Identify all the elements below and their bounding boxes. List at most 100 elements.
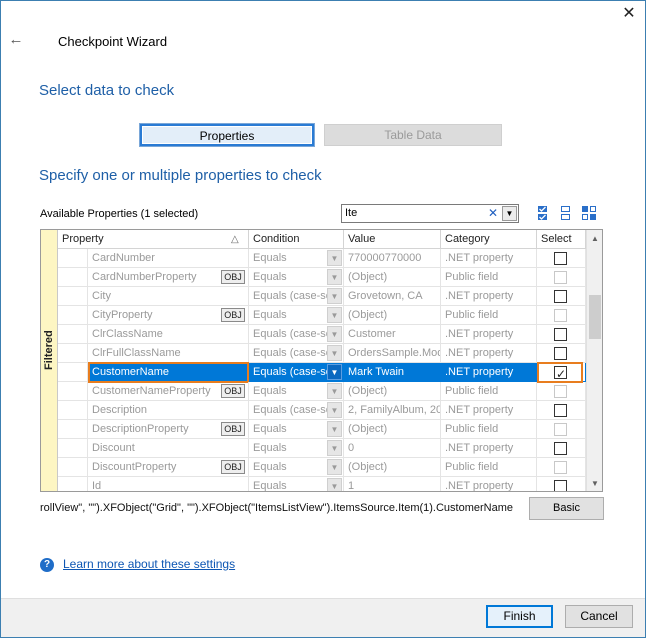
value-cell[interactable]: (Object) <box>344 458 441 477</box>
condition-dropdown-icon[interactable]: ▼ <box>327 250 342 266</box>
condition-dropdown-icon[interactable]: ▼ <box>327 269 342 285</box>
basic-button[interactable]: Basic <box>529 497 604 520</box>
obj-button[interactable]: OBJ <box>221 384 245 398</box>
property-cell[interactable]: CardNumberProperty OBJ <box>88 268 249 287</box>
obj-button[interactable]: OBJ <box>221 270 245 284</box>
invert-selection-icon[interactable] <box>581 205 597 221</box>
column-header-category[interactable]: Category <box>441 230 537 249</box>
select-checkbox[interactable] <box>554 480 567 491</box>
value-cell[interactable]: Grovetown, CA <box>344 287 441 306</box>
condition-cell[interactable]: Equals (case-se ▼ <box>249 401 344 420</box>
select-checkbox[interactable] <box>554 290 567 303</box>
condition-dropdown-icon[interactable]: ▼ <box>327 364 342 380</box>
condition-cell[interactable]: Equals (case-se ▼ <box>249 344 344 363</box>
condition-dropdown-icon[interactable]: ▼ <box>327 383 342 399</box>
condition-cell[interactable]: Equals ▼ <box>249 458 344 477</box>
value-cell[interactable]: 0 <box>344 439 441 458</box>
close-icon[interactable]: ✕ <box>618 4 640 24</box>
table-row[interactable]: DiscountProperty OBJ Equals ▼ (Object) Public… <box>58 458 586 477</box>
column-header-select[interactable]: Select <box>537 230 586 249</box>
value-cell[interactable]: (Object) <box>344 306 441 325</box>
value-cell[interactable]: (Object) <box>344 382 441 401</box>
property-cell[interactable]: DescriptionProperty OBJ <box>88 420 249 439</box>
condition-dropdown-icon[interactable]: ▼ <box>327 459 342 475</box>
value-cell[interactable]: OrdersSample.Mod <box>344 344 441 363</box>
value-cell[interactable]: (Object) <box>344 420 441 439</box>
column-header-value[interactable]: Value <box>344 230 441 249</box>
property-cell[interactable]: Id <box>88 477 249 491</box>
scrollbar-thumb[interactable] <box>589 295 601 339</box>
property-cell[interactable]: CityProperty OBJ <box>88 306 249 325</box>
table-row[interactable]: CardNumber Equals ▼ 770000770000 .NET proper… <box>58 249 586 268</box>
table-row[interactable]: Id Equals ▼ 1 .NET property <box>58 477 586 491</box>
condition-cell[interactable]: Equals ▼ <box>249 382 344 401</box>
table-row[interactable]: Discount Equals ▼ 0 .NET property <box>58 439 586 458</box>
condition-cell[interactable]: Equals ▼ <box>249 477 344 491</box>
table-row[interactable]: DescriptionProperty OBJ Equals ▼ (Object) Pub… <box>58 420 586 439</box>
condition-dropdown-icon[interactable]: ▼ <box>327 288 342 304</box>
value-cell[interactable]: 1 <box>344 477 441 491</box>
column-header-property[interactable]: Property △ <box>58 230 249 249</box>
value-cell[interactable]: Customer <box>344 325 441 344</box>
obj-button[interactable]: OBJ <box>221 308 245 322</box>
condition-dropdown-icon[interactable]: ▼ <box>327 478 342 491</box>
scroll-up-icon[interactable]: ▲ <box>587 231 602 247</box>
condition-dropdown-icon[interactable]: ▼ <box>327 402 342 418</box>
obj-button[interactable]: OBJ <box>221 422 245 436</box>
value-cell[interactable]: Mark Twain <box>344 363 441 382</box>
finish-button[interactable]: Finish <box>486 605 553 628</box>
select-checkbox[interactable] <box>554 328 567 341</box>
condition-cell[interactable]: Equals ▼ <box>249 268 344 287</box>
table-row[interactable]: CustomerNameProperty OBJ Equals ▼ (Object) Pu… <box>58 382 586 401</box>
column-header-condition[interactable]: Condition <box>249 230 344 249</box>
property-cell[interactable]: CustomerNameProperty OBJ <box>88 382 249 401</box>
table-row[interactable]: Description Equals (case-se ▼ 2, FamilyAlbu… <box>58 401 586 420</box>
value-cell[interactable]: 770000770000 <box>344 249 441 268</box>
property-cell[interactable]: Description <box>88 401 249 420</box>
condition-dropdown-icon[interactable]: ▼ <box>327 440 342 456</box>
value-cell[interactable]: 2, FamilyAlbum, 20 <box>344 401 441 420</box>
condition-dropdown-icon[interactable]: ▼ <box>327 421 342 437</box>
select-checkbox[interactable] <box>554 442 567 455</box>
condition-dropdown-icon[interactable]: ▼ <box>327 307 342 323</box>
filter-dropdown-icon[interactable]: ▼ <box>502 206 517 221</box>
value-cell[interactable]: (Object) <box>344 268 441 287</box>
cancel-button[interactable]: Cancel <box>565 605 633 628</box>
grid-vertical-scrollbar[interactable]: ▲ ▼ <box>586 230 602 491</box>
property-cell[interactable]: City <box>88 287 249 306</box>
deselect-all-icon[interactable] <box>560 205 572 221</box>
table-row[interactable]: CustomerName Equals (case-se ▼ Mark Twain .N… <box>58 362 586 383</box>
back-arrow-icon[interactable]: ← <box>6 30 26 50</box>
property-cell[interactable]: Discount <box>88 439 249 458</box>
property-filter-combobox[interactable]: Ite ✕ ▼ <box>341 204 519 223</box>
property-cell[interactable]: DiscountProperty OBJ <box>88 458 249 477</box>
properties-tab-button[interactable]: Properties <box>139 123 315 147</box>
select-checkbox[interactable] <box>554 347 567 360</box>
property-cell[interactable]: ClrFullClassName <box>88 344 249 363</box>
clear-filter-icon[interactable]: ✕ <box>486 207 500 221</box>
table-data-tab-button[interactable]: Table Data <box>324 124 502 146</box>
property-cell[interactable]: CardNumber <box>88 249 249 268</box>
condition-cell[interactable]: Equals (case-se ▼ <box>249 325 344 344</box>
property-cell[interactable]: ClrClassName <box>88 325 249 344</box>
obj-button[interactable]: OBJ <box>221 460 245 474</box>
select-all-icon[interactable] <box>537 205 549 221</box>
table-row[interactable]: CityProperty OBJ Equals ▼ (Object) Public fie… <box>58 306 586 325</box>
condition-dropdown-icon[interactable]: ▼ <box>327 326 342 342</box>
table-row[interactable]: ClrFullClassName Equals (case-se ▼ OrdersSa… <box>58 344 586 363</box>
scroll-down-icon[interactable]: ▼ <box>587 476 602 491</box>
learn-more-link[interactable]: Learn more about these settings <box>63 557 235 571</box>
table-row[interactable]: ClrClassName Equals (case-se ▼ Customer .NET… <box>58 325 586 344</box>
table-row[interactable]: CardNumberProperty OBJ Equals ▼ (Object) Publ… <box>58 268 586 287</box>
condition-cell[interactable]: Equals ▼ <box>249 249 344 268</box>
condition-dropdown-icon[interactable]: ▼ <box>327 345 342 361</box>
filter-text[interactable]: Ite <box>345 207 357 219</box>
condition-cell[interactable]: Equals (case-se ▼ <box>249 363 344 382</box>
table-row[interactable]: City Equals (case-se ▼ Grovetown, CA .NET pr… <box>58 287 586 306</box>
condition-cell[interactable]: Equals ▼ <box>249 420 344 439</box>
select-checkbox[interactable] <box>554 252 567 265</box>
condition-cell[interactable]: Equals ▼ <box>249 439 344 458</box>
condition-cell[interactable]: Equals ▼ <box>249 306 344 325</box>
select-checkbox[interactable] <box>554 404 567 417</box>
condition-cell[interactable]: Equals (case-se ▼ <box>249 287 344 306</box>
